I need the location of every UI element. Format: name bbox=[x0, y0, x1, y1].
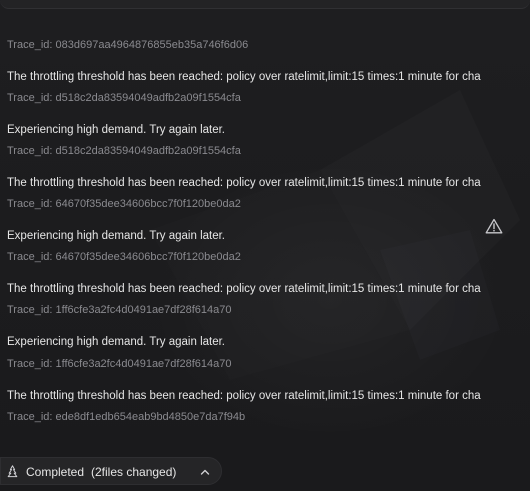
trace-id: Trace_id: 083d697aa4964876855eb35a746f6d… bbox=[7, 39, 249, 51]
trace-id: Trace_id: d518c2da83594049adfb2a09f1554c… bbox=[7, 145, 241, 157]
error-message: The throttling threshold has been reache… bbox=[7, 177, 481, 189]
error-message: The throttling threshold has been reache… bbox=[7, 390, 481, 402]
error-message: Experiencing high demand. Try again late… bbox=[7, 124, 225, 136]
sparkle-tree-icon bbox=[7, 465, 18, 478]
error-message: Experiencing high demand. Try again late… bbox=[7, 336, 225, 348]
trace-id: Trace_id: d518c2da83594049adfb2a09f1554c… bbox=[7, 92, 241, 104]
error-message: Experiencing high demand. Try again late… bbox=[7, 230, 225, 242]
warning-triangle-icon[interactable] bbox=[485, 218, 503, 234]
trace-id: Trace_id: 64670f35dee34606bcc7f0f120be0d… bbox=[7, 251, 241, 263]
trace-id: Trace_id: 1ff6cfe3a2fc4d0491ae7df28f614a… bbox=[7, 358, 232, 370]
error-message: The throttling threshold has been reache… bbox=[7, 71, 481, 83]
trace-id: Trace_id: 1ff6cfe3a2fc4d0491ae7df28f614a… bbox=[7, 304, 232, 316]
chat-panel: Trace_id: 083d697aa4964876855eb35a746f6d… bbox=[0, 0, 530, 491]
error-message: The throttling threshold has been reache… bbox=[7, 283, 481, 295]
trace-id: Trace_id: 64670f35dee34606bcc7f0f120be0d… bbox=[7, 198, 241, 210]
completion-status-bar[interactable]: Completed (2files changed) bbox=[0, 457, 222, 485]
trace-id: Trace_id: ede8df1edb654eab9bd4850e7da7f9… bbox=[7, 411, 246, 423]
chevron-up-icon[interactable] bbox=[199, 466, 211, 478]
top-bar bbox=[0, 0, 530, 9]
files-changed-count: (2files changed) bbox=[91, 465, 177, 479]
status-label: Completed bbox=[26, 465, 85, 479]
